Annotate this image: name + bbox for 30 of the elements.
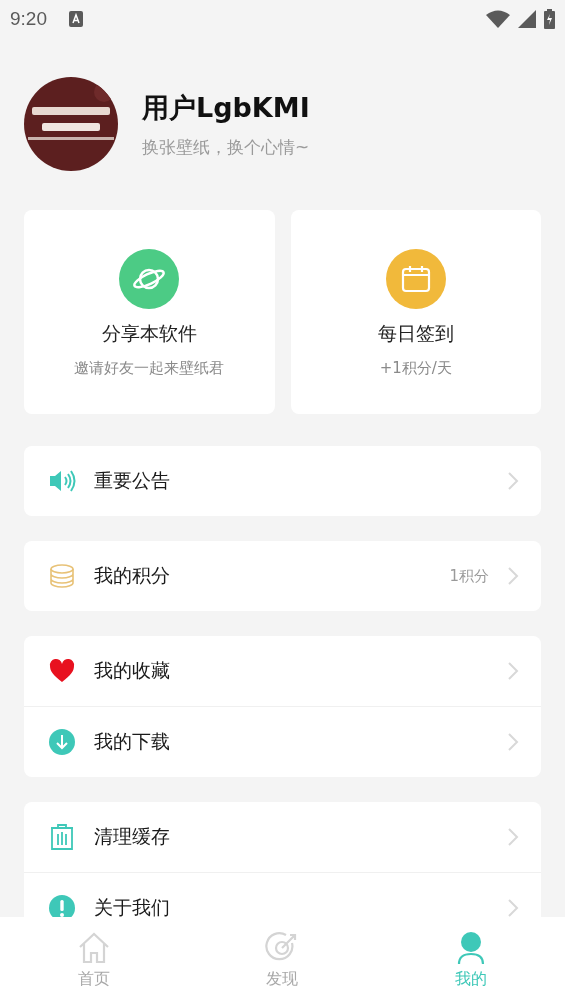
chevron-icon bbox=[507, 732, 519, 752]
chevron-icon bbox=[507, 827, 519, 847]
notification-icon bbox=[69, 11, 83, 27]
calendar-icon bbox=[399, 263, 432, 295]
feature-card[interactable]: 分享本软件 邀请好友一起来壁纸君 bbox=[24, 210, 275, 414]
coin-stack-icon bbox=[48, 562, 76, 590]
download-icon bbox=[48, 728, 76, 756]
menu-row[interactable]: 清理缓存 bbox=[24, 802, 541, 872]
wifi-icon bbox=[486, 10, 510, 28]
feature-subtitle: +1积分/天 bbox=[379, 359, 452, 378]
heart-icon bbox=[48, 657, 76, 685]
menu-row[interactable]: 我的收藏 bbox=[24, 636, 541, 706]
user-name: 用户LgbKMI bbox=[142, 90, 310, 125]
feature-title: 分享本软件 bbox=[101, 321, 197, 346]
menu-row[interactable]: 重要公告 bbox=[24, 446, 541, 516]
chevron-icon bbox=[507, 898, 519, 917]
chevron-icon bbox=[507, 566, 519, 586]
menu-value: 1积分 bbox=[449, 566, 489, 586]
feature-subtitle: 邀请好友一起来壁纸君 bbox=[74, 359, 225, 378]
user-motto: 换张壁纸，换个心情~ bbox=[142, 135, 310, 159]
status-time: 9:20 bbox=[10, 8, 47, 30]
feature-card[interactable]: 每日签到 +1积分/天 bbox=[290, 210, 541, 414]
signal-icon bbox=[518, 10, 536, 28]
battery-icon bbox=[544, 9, 555, 29]
chevron-icon bbox=[507, 661, 519, 681]
trash-icon bbox=[48, 823, 76, 851]
chevron-icon bbox=[507, 471, 519, 491]
menu-row[interactable]: 我的下载 bbox=[24, 706, 541, 777]
feature-title: 每日签到 bbox=[377, 321, 454, 346]
menu-row[interactable]: 我的积分 1积分 bbox=[24, 541, 541, 611]
